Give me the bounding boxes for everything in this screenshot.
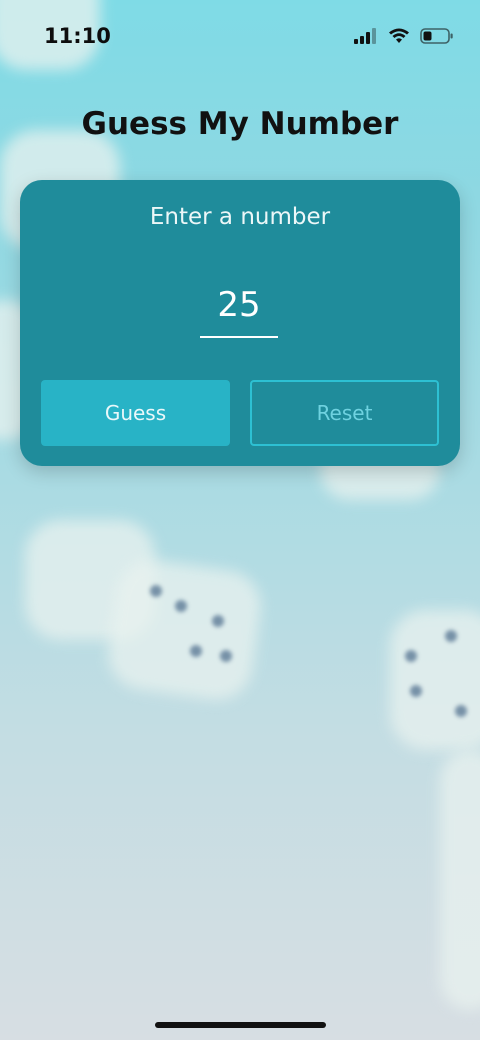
- cellular-signal-icon: [354, 28, 376, 44]
- reset-button[interactable]: Reset: [250, 380, 439, 446]
- wifi-icon: [389, 28, 409, 43]
- guess-button[interactable]: Guess: [41, 380, 230, 446]
- home-indicator[interactable]: [155, 1022, 326, 1028]
- number-input[interactable]: [200, 274, 278, 338]
- guess-card: Enter a number Guess Reset: [20, 180, 460, 466]
- prompt-label: Enter a number: [149, 204, 331, 230]
- battery-icon: [420, 28, 453, 44]
- status-icons: [354, 28, 454, 44]
- page-title: Guess My Number: [81, 106, 399, 142]
- status-bar: 11:10: [0, 0, 480, 76]
- status-time: 11:10: [44, 24, 111, 48]
